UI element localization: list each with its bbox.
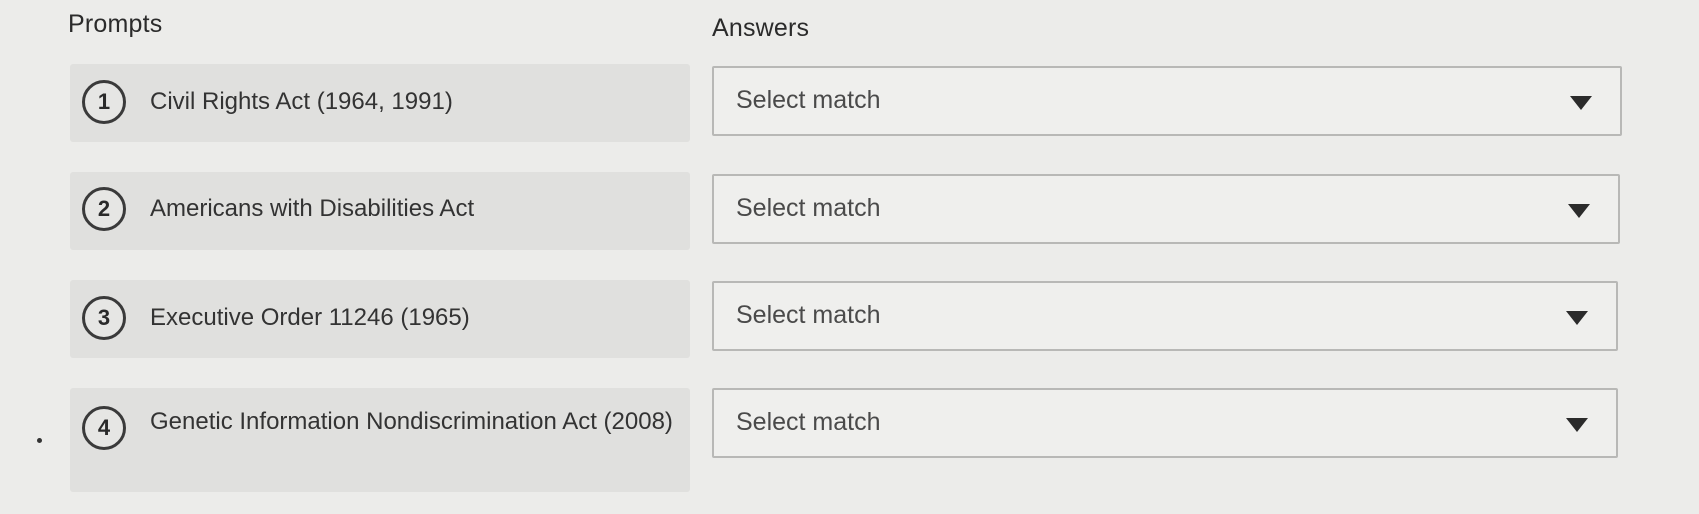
- answer-select-value: Select match: [736, 408, 881, 436]
- answer-select-2[interactable]: Select match: [712, 174, 1620, 244]
- prompt-number-badge: 3: [82, 296, 126, 340]
- caret-down-icon: [1566, 311, 1588, 325]
- answer-select-value: Select match: [736, 301, 881, 329]
- answer-select-4[interactable]: Select match: [712, 388, 1618, 458]
- answer-select-value: Select match: [736, 86, 881, 114]
- answer-select-1[interactable]: Select match: [712, 66, 1622, 136]
- stray-dot: [37, 438, 42, 443]
- prompt-item-3: 3 Executive Order 11246 (1965): [70, 280, 690, 358]
- caret-down-icon: [1568, 204, 1590, 218]
- answer-select-value: Select match: [736, 194, 881, 222]
- prompt-text: Americans with Disabilities Act: [150, 195, 475, 222]
- prompt-text: Executive Order 11246 (1965): [150, 304, 470, 331]
- answers-column-header: Answers: [712, 14, 810, 42]
- prompt-number-badge: 1: [82, 80, 126, 124]
- prompt-text: Civil Rights Act (1964, 1991): [150, 88, 453, 115]
- prompt-item-2: 2 Americans with Disabilities Act: [70, 172, 690, 250]
- prompt-number-badge: 4: [82, 406, 126, 450]
- answer-select-3[interactable]: Select match: [712, 281, 1618, 351]
- prompt-item-1: 1 Civil Rights Act (1964, 1991): [70, 64, 690, 142]
- prompt-number-badge: 2: [82, 187, 126, 231]
- prompt-text: Genetic Information Nondiscrimination Ac…: [150, 408, 673, 435]
- caret-down-icon: [1570, 96, 1592, 110]
- prompts-column-header: Prompts: [68, 10, 163, 38]
- caret-down-icon: [1566, 418, 1588, 432]
- prompt-item-4: 4 Genetic Information Nondiscrimination …: [70, 388, 690, 492]
